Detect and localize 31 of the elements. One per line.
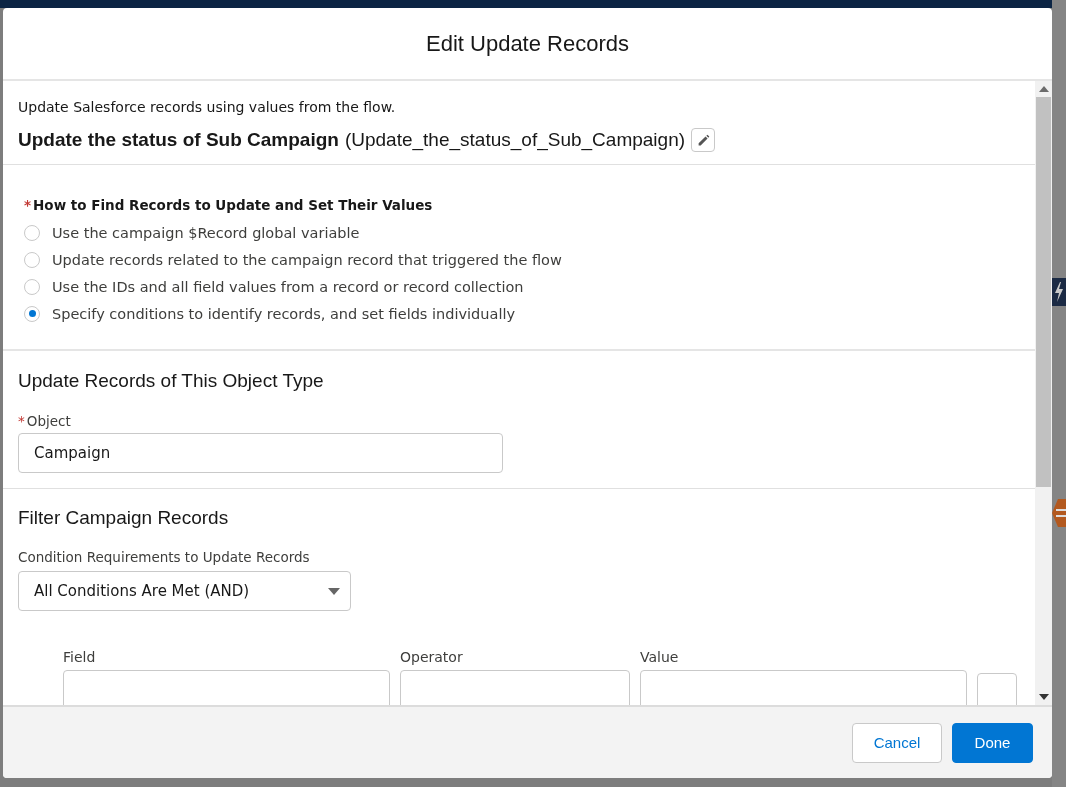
section-heading: Filter Campaign Records [18,507,230,529]
fieldset-label: How to Find Records to Update and Set Their Values [33,197,433,213]
required-mark: * [24,197,32,213]
required-mark: * [18,413,25,429]
pencil-icon [696,133,710,147]
lightning-icon [1052,278,1066,306]
column-label: Field [63,649,97,665]
scrollbar-thumb[interactable] [1036,97,1051,487]
condition-dropdown[interactable]: All Conditions Are Met (AND) [18,571,351,611]
radio-option[interactable]: Use the IDs and all field values from a record or record collection [18,273,1020,300]
scroll-up-icon[interactable] [1038,86,1049,92]
caret-icon [328,587,340,595]
modal-title: Edit Update Records [426,30,629,57]
radio-option[interactable]: Specify conditions to identify records, and set fields individually [18,300,1020,327]
description-text: Update Salesforce records using values from the flow. [18,99,397,115]
radio-option[interactable]: Update records related to the campaign record that triggered the flow [18,246,1020,273]
object-field[interactable]: Campaign [18,433,503,473]
column-label: Value [640,649,680,665]
done-button[interactable]: Done [952,722,1033,763]
radio-option[interactable]: Use the campaign $Record global variable [18,219,1020,246]
element-label: Update the status of Sub Campaign [18,129,339,151]
list-icon [1052,498,1066,528]
field-label: Object [26,413,71,429]
cancel-button[interactable]: Cancel [852,722,942,763]
section-heading: Update Records of This Object Type [18,370,325,392]
field-label: Condition Requirements to Update Records [18,549,311,565]
api-name: (Update_the_status_of_Sub_Campaign) [344,129,686,151]
column-label: Operator [400,649,464,665]
scrollbar[interactable] [1035,81,1052,705]
scroll-down-icon[interactable] [1038,694,1049,700]
edit-button[interactable] [691,128,716,152]
